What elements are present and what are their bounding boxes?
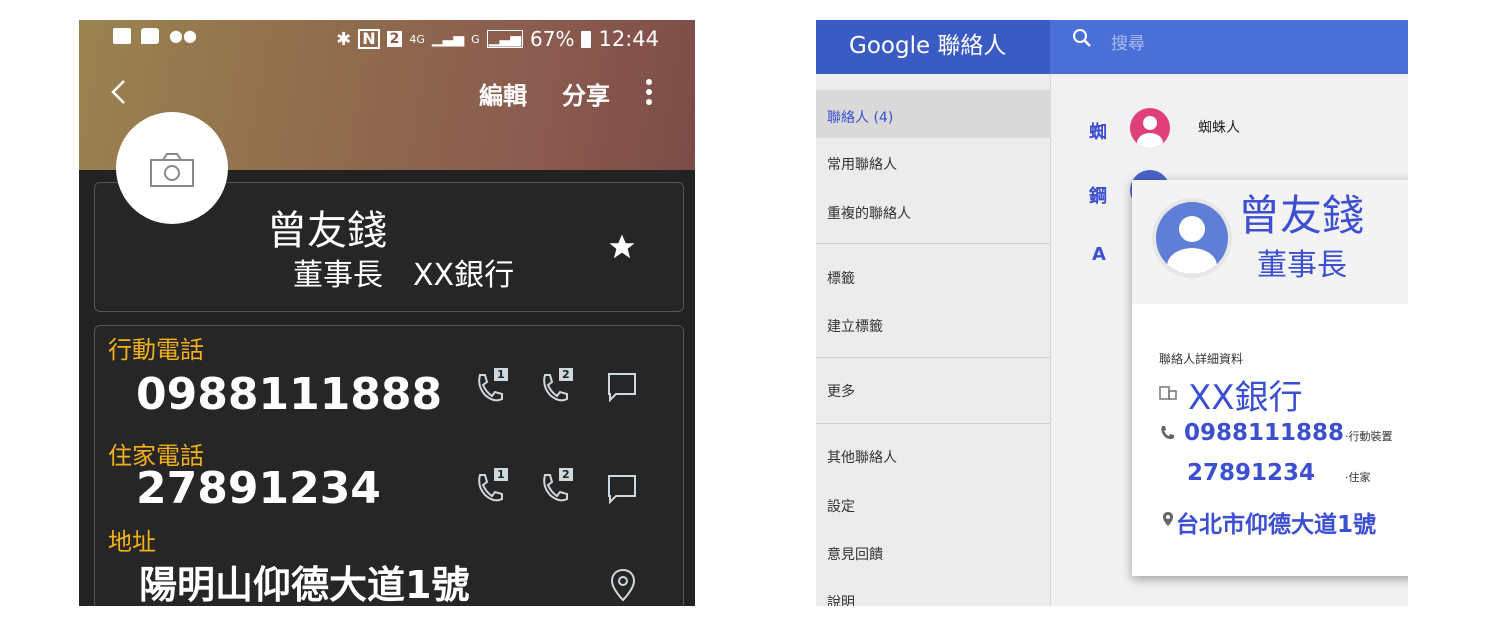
sidebar-item-more[interactable]: 更多 <box>827 381 855 401</box>
address-value[interactable]: 陽明山仰德大道1號 <box>139 554 469 606</box>
sidebar-item-other-contacts[interactable]: 其他聯絡人 <box>827 447 897 467</box>
contact-hover-card[interactable]: 曾友錢 董事長 聯絡人詳細資料 XX銀行 0988111888 ‧行動裝置 27… <box>1132 180 1408 576</box>
battery-percent: 67% <box>530 27 575 51</box>
home-call-sim1-icon[interactable]: 1 <box>474 468 510 504</box>
popup-home[interactable]: 27891234 <box>1187 460 1315 486</box>
clock: 12:44 <box>598 27 659 51</box>
search-placeholder[interactable]: 搜尋 <box>1111 29 1145 54</box>
sidebar-divider <box>816 357 1050 358</box>
contact-name: 曾友錢 <box>267 208 387 254</box>
message-icon[interactable] <box>607 372 637 402</box>
network-type: 4G <box>409 32 425 46</box>
signal-icon: ▁▃▅ <box>431 31 465 47</box>
popup-mobile-type: ‧行動裝置 <box>1345 430 1393 443</box>
list-letter: 蜘 <box>1089 122 1107 143</box>
popup-title: 董事長 <box>1257 248 1347 283</box>
mobile-label: 行動電話 <box>108 336 204 364</box>
popup-mobile[interactable]: 0988111888 <box>1184 420 1344 446</box>
app-header: Google 聯絡人 搜尋 <box>816 20 1408 74</box>
phone-contact-screen: ●● ✱ N 2 4G ▁▃▅ G ▁▃▅ 67% 12:44 編輯 分享 曾友… <box>79 20 695 606</box>
favorite-star-icon[interactable] <box>607 232 637 262</box>
home-call-sim2-icon[interactable]: 2 <box>539 468 575 504</box>
details-heading: 聯絡人詳細資料 <box>1159 352 1244 366</box>
google-contacts-screen: Google 聯絡人 搜尋 聯絡人 (4) 常用聯絡人 重複的聯絡人 標籤 建立… <box>816 20 1408 606</box>
call-sim1-icon[interactable]: 1 <box>474 368 510 404</box>
sidebar-item-frequent[interactable]: 常用聯絡人 <box>827 154 897 174</box>
popup-company: XX銀行 <box>1188 378 1303 418</box>
list-letter: 鋼 <box>1089 186 1107 207</box>
sim-badge: 2 <box>386 31 403 47</box>
call-sim2-icon[interactable]: 2 <box>539 368 575 404</box>
sidebar: 聯絡人 (4) 常用聯絡人 重複的聯絡人 標籤 建立標籤 更多 其他聯絡人 設定… <box>816 74 1051 606</box>
popup-home-type: ‧住家 <box>1345 471 1371 484</box>
share-button[interactable]: 分享 <box>562 76 610 111</box>
status-bar: ●● ✱ N 2 4G ▁▃▅ G ▁▃▅ 67% 12:44 <box>79 20 695 58</box>
sidebar-item-help[interactable]: 說明 <box>827 592 855 606</box>
popup-name: 曾友錢 <box>1238 191 1365 240</box>
gallery-notification-icon <box>113 28 131 44</box>
edit-button[interactable]: 編輯 <box>479 76 527 111</box>
sidebar-item-create-label[interactable]: 建立標籤 <box>827 316 883 336</box>
network-g: G <box>471 32 480 46</box>
more-vert-icon[interactable] <box>645 78 653 106</box>
address-label: 地址 <box>108 528 156 556</box>
mobile-number[interactable]: 0988111888 <box>136 369 442 420</box>
list-item-name[interactable]: 蜘蛛人 <box>1198 117 1240 137</box>
list-avatar[interactable] <box>1130 108 1170 148</box>
logo-area: Google 聯絡人 <box>816 20 1050 74</box>
map-pin-icon[interactable] <box>610 568 636 602</box>
home-number[interactable]: 27891234 <box>136 463 381 514</box>
search-icon[interactable] <box>1072 28 1092 48</box>
nfc-icon: N <box>358 29 380 49</box>
message-notification-icon <box>141 28 159 44</box>
sidebar-divider <box>816 423 1050 424</box>
contact-title-company: 董事長 XX銀行 <box>293 258 515 293</box>
list-letter: A <box>1092 244 1106 265</box>
back-arrow-icon[interactable] <box>109 78 129 106</box>
battery-icon <box>581 30 592 48</box>
bluetooth-icon: ✱ <box>336 28 352 50</box>
location-icon <box>1163 512 1173 526</box>
popup-address[interactable]: 台北市仰德大道1號 <box>1176 505 1376 539</box>
popup-avatar <box>1152 198 1232 278</box>
search-bar[interactable]: 搜尋 <box>1050 20 1408 74</box>
phone-icon <box>1161 426 1174 440</box>
home-message-icon[interactable] <box>607 474 637 504</box>
sidebar-item-settings[interactable]: 設定 <box>827 496 855 516</box>
app-logo[interactable]: Google 聯絡人 <box>849 26 1006 60</box>
sidebar-item-duplicates[interactable]: 重複的聯絡人 <box>827 203 911 223</box>
apps-notification-icon: ●● <box>169 26 197 45</box>
sidebar-item-feedback[interactable]: 意見回饋 <box>827 544 883 564</box>
signal2-icon: ▁▃▅ <box>486 30 524 48</box>
sidebar-divider <box>816 243 1050 244</box>
camera-icon <box>150 153 194 187</box>
sidebar-item-labels[interactable]: 標籤 <box>827 268 855 288</box>
sidebar-item-contacts[interactable]: 聯絡人 (4) <box>827 107 893 127</box>
company-icon <box>1159 386 1177 400</box>
